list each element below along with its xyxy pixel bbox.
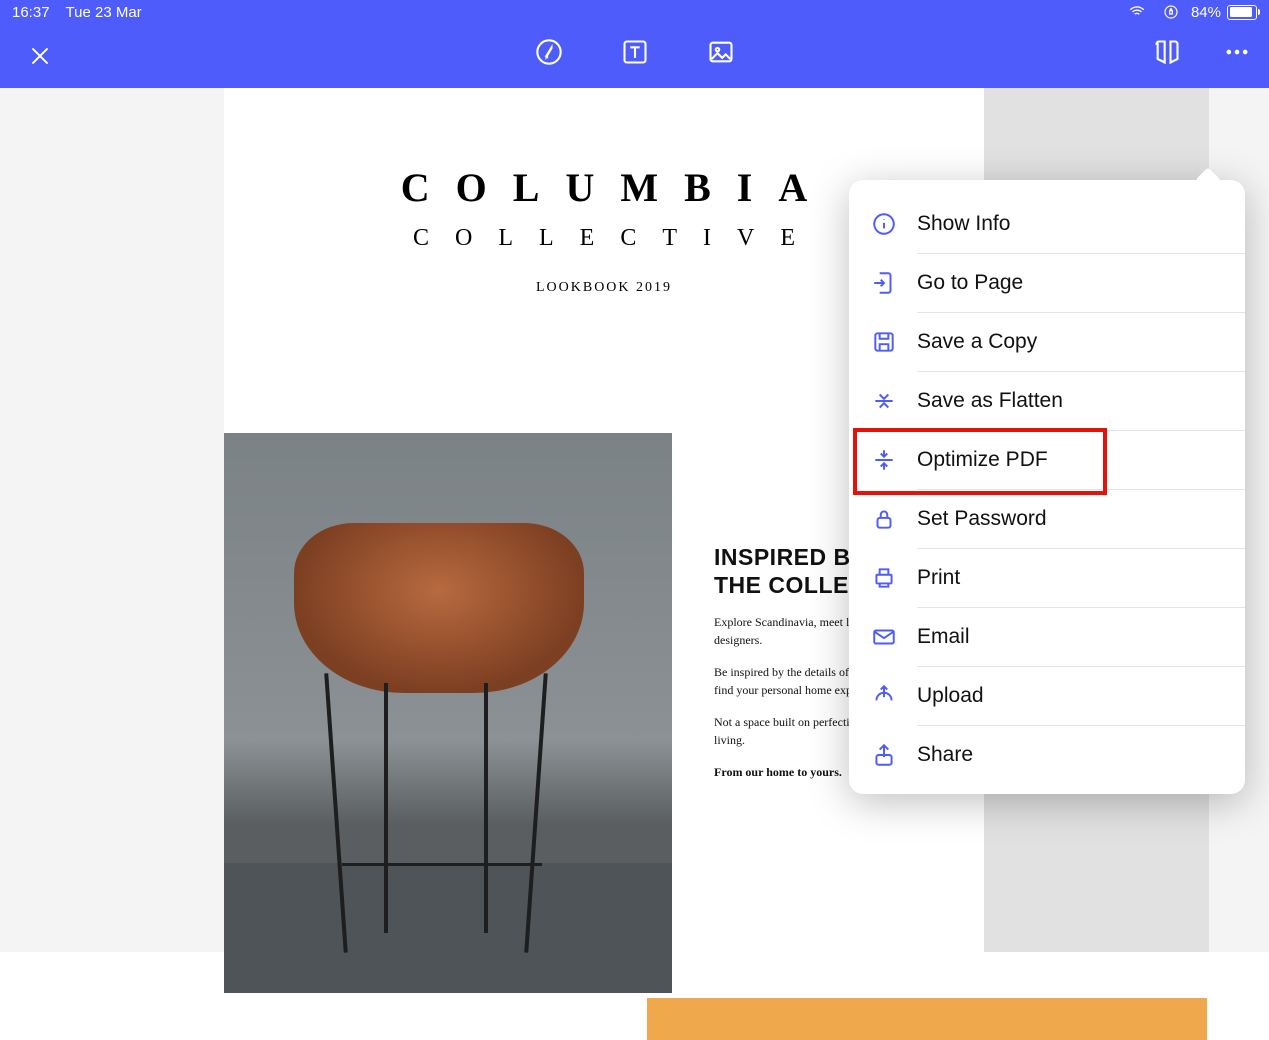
info-icon [871, 211, 897, 237]
orientation-lock-icon [1157, 0, 1185, 26]
menu-item-info[interactable]: Show Info [849, 194, 1245, 253]
lock-icon [871, 506, 897, 532]
workspace: COLUMBIA COLLECTIVE LOOKBOOK 2019 INSPIR… [0, 88, 1269, 952]
menu-item-label: Set Password [917, 507, 1047, 531]
email-icon [871, 624, 897, 650]
document-hero-image [224, 433, 672, 993]
more-button[interactable] [1223, 38, 1251, 66]
text-tool-button[interactable] [621, 38, 649, 66]
menu-item-flatten[interactable]: Save as Flatten [849, 371, 1245, 430]
menu-item-goto-page[interactable]: Go to Page [849, 253, 1245, 312]
print-icon [871, 565, 897, 591]
more-actions-popover: Show Info Go to Page Save a Copy Save as Fl… [849, 180, 1245, 794]
close-button[interactable] [26, 42, 54, 70]
wifi-icon [1123, 0, 1151, 26]
menu-item-print[interactable]: Print [849, 548, 1245, 607]
share-icon [871, 742, 897, 768]
annotate-button[interactable] [535, 38, 563, 66]
menu-item-label: Email [917, 625, 970, 649]
menu-item-lock[interactable]: Set Password [849, 489, 1245, 548]
optimize-icon [871, 447, 897, 473]
top-bar: 16:37 Tue 23 Mar 84% [0, 0, 1269, 88]
menu-item-share[interactable]: Share [849, 725, 1245, 784]
image-tool-button[interactable] [707, 38, 735, 66]
menu-item-optimize[interactable]: Optimize PDF [849, 430, 1245, 489]
document-footer-band [647, 998, 1207, 1040]
status-time: 16:37 [12, 4, 50, 21]
battery-percent: 84% [1191, 4, 1221, 21]
battery-icon [1227, 5, 1257, 20]
menu-item-label: Upload [917, 684, 984, 708]
toolbar [0, 24, 1269, 88]
upload-icon [871, 683, 897, 709]
menu-item-label: Share [917, 743, 973, 767]
status-date: Tue 23 Mar [66, 4, 142, 21]
menu-item-email[interactable]: Email [849, 607, 1245, 666]
goto-page-icon [871, 270, 897, 296]
save-icon [871, 329, 897, 355]
menu-item-label: Save a Copy [917, 330, 1037, 354]
bookmarks-button[interactable] [1153, 38, 1181, 66]
menu-item-label: Go to Page [917, 271, 1023, 295]
menu-item-label: Save as Flatten [917, 389, 1063, 413]
menu-item-label: Show Info [917, 212, 1010, 236]
menu-item-label: Print [917, 566, 960, 590]
flatten-icon [871, 388, 897, 414]
status-bar: 16:37 Tue 23 Mar 84% [0, 0, 1269, 24]
menu-item-save[interactable]: Save a Copy [849, 312, 1245, 371]
menu-item-label: Optimize PDF [917, 448, 1048, 472]
menu-item-upload[interactable]: Upload [849, 666, 1245, 725]
